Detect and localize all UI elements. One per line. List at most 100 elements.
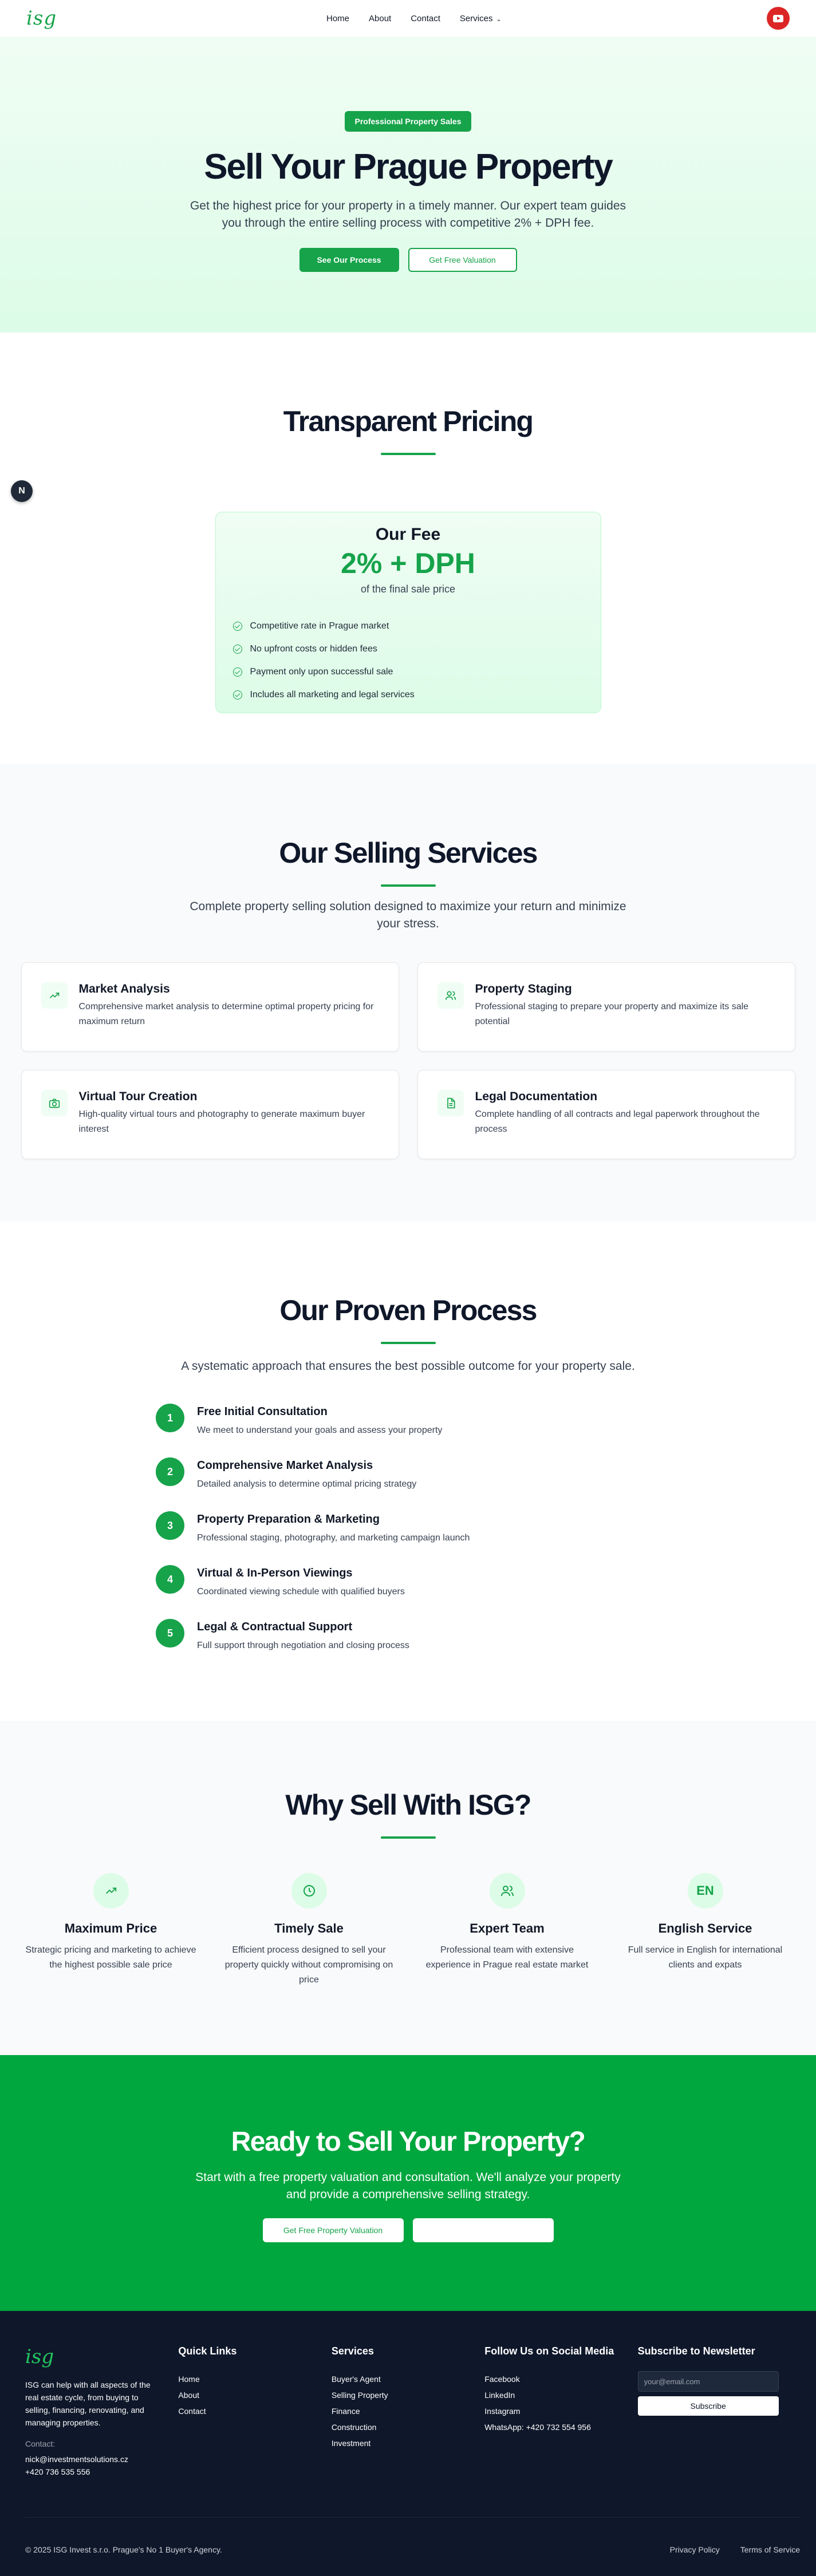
check-circle-icon <box>232 690 242 700</box>
step-desc: Full support through negotiation and clo… <box>197 1641 409 1650</box>
why-item-desc: Full service in English for internationa… <box>628 1945 783 1970</box>
hero-title: Sell Your Prague Property <box>204 147 613 187</box>
footer-bottom-bar: © 2025 ISG Invest s.r.o. Prague's No 1 B… <box>25 2517 800 2554</box>
newsletter-email-input[interactable]: your@email.com <box>637 2371 779 2392</box>
footer-quick-links: Quick Links Home About Contact <box>178 2345 331 2478</box>
footer-link-facebook[interactable]: Facebook <box>484 2371 637 2387</box>
service-title: Legal Documentation <box>475 1090 598 1103</box>
process-step: 4 Virtual & In-Person Viewings Coordinated… <box>156 1565 476 1619</box>
pricing-title: Transparent Pricing <box>283 405 534 437</box>
services-section: Our Selling Services Complete property s… <box>0 764 816 1222</box>
nav-link-home[interactable]: Home <box>326 14 349 23</box>
nav-link-contact[interactable]: Contact <box>411 14 440 23</box>
service-card-virtual-tour: Virtual Tour Creation High-quality virtua… <box>21 1070 399 1159</box>
fee-label: Our Fee <box>375 525 441 544</box>
footer-link-home[interactable]: Home <box>178 2371 331 2387</box>
fee-item-text: Competitive rate in Prague market <box>250 621 389 631</box>
trending-up-icon <box>41 982 68 1009</box>
fee-note: of the final sale price <box>360 583 456 595</box>
footer-link-instagram[interactable]: Instagram <box>484 2403 637 2419</box>
fee-item-text: Payment only upon successful sale <box>250 667 393 677</box>
pricing-section: N Transparent Pricing Our Fee 2% + DPH o… <box>0 333 816 764</box>
hero-badge: Professional Property Sales <box>344 111 472 132</box>
step-number: 3 <box>156 1511 184 1540</box>
services-title: Our Selling Services <box>279 837 538 869</box>
free-property-valuation-button[interactable]: Get Free Property Valuation <box>262 2218 404 2242</box>
free-valuation-button[interactable]: Get Free Valuation <box>408 248 517 272</box>
step-desc: Coordinated viewing schedule with qualif… <box>197 1587 405 1597</box>
why-item-desc: Professional team with extensive experie… <box>425 1945 589 1970</box>
users-icon <box>489 1873 525 1909</box>
footer-link-construction[interactable]: Construction <box>332 2419 484 2435</box>
footer-heading: Subscribe to Newsletter <box>637 2345 755 2357</box>
nav-link-services[interactable]: Services ⌄ <box>460 14 502 23</box>
list-item: Competitive rate in Prague market <box>231 615 586 638</box>
process-section: Our Proven Process A systematic approach… <box>0 1222 816 1721</box>
service-card-property-staging: Property Staging Professional staging to … <box>417 962 795 1052</box>
nav-links: Home About Contact Services ⌄ <box>326 14 502 23</box>
footer-contact-label: Contact: <box>25 2439 56 2448</box>
camera-icon <box>41 1090 68 1116</box>
users-icon <box>437 982 464 1009</box>
youtube-icon[interactable] <box>767 7 790 30</box>
why-item-title: Expert Team <box>470 1921 545 1935</box>
step-title: Legal & Contractual Support <box>197 1621 353 1633</box>
service-desc: Professional staging to prepare your pro… <box>475 1002 749 1026</box>
title-underline <box>380 884 436 887</box>
list-item: Payment only upon successful sale <box>231 661 586 683</box>
process-step: 1 Free Initial Consultation We meet to und… <box>156 1404 476 1457</box>
footer-link-buyers-agent[interactable]: Buyer's Agent <box>332 2371 484 2387</box>
process-steps: 1 Free Initial Consultation We meet to und… <box>156 1404 476 1673</box>
step-title: Property Preparation & Marketing <box>197 1513 380 1526</box>
footer-link-about[interactable]: About <box>178 2387 331 2403</box>
service-desc: High-quality virtual tours and photograp… <box>78 1109 365 1134</box>
footer-link-whatsapp[interactable]: WhatsApp: +420 732 554 956 <box>484 2419 637 2435</box>
floating-n-button[interactable]: N <box>11 480 33 502</box>
site-footer: isg ISG can help with all aspects of the… <box>0 2311 816 2576</box>
process-title: Our Proven Process <box>279 1294 537 1326</box>
document-icon <box>437 1090 464 1116</box>
privacy-policy-link[interactable]: Privacy Policy <box>670 2545 720 2554</box>
footer-link-investment[interactable]: Investment <box>332 2435 484 2451</box>
chevron-down-icon: ⌄ <box>496 15 502 23</box>
nav-link-about[interactable]: About <box>369 14 391 23</box>
title-underline <box>380 1342 436 1344</box>
why-item-maximum-price: Maximum Price Strategic pricing and mark… <box>22 1873 200 1988</box>
site-logo[interactable]: isg <box>26 7 57 30</box>
footer-email-link[interactable]: nick@investmentsolutions.cz <box>25 2453 178 2466</box>
fee-list: Competitive rate in Prague market No upf… <box>231 615 586 706</box>
service-title: Market Analysis <box>78 982 170 995</box>
clock-icon <box>291 1873 327 1909</box>
fee-value: 2% + DPH <box>341 547 475 579</box>
service-card-legal-docs: Legal Documentation Complete handling of … <box>417 1070 795 1159</box>
footer-link-finance[interactable]: Finance <box>332 2403 484 2419</box>
process-step: 2 Comprehensive Market Analysis Detailed a… <box>156 1457 476 1511</box>
footer-logo[interactable]: isg <box>25 2345 178 2368</box>
step-desc: We meet to understand your goals and ass… <box>197 1425 443 1435</box>
terms-of-service-link[interactable]: Terms of Service <box>740 2545 800 2554</box>
title-underline <box>380 453 436 455</box>
footer-link-contact[interactable]: Contact <box>178 2403 331 2419</box>
footer-phone-link[interactable]: +420 736 535 556 <box>25 2466 178 2478</box>
footer-heading: Follow Us on Social Media <box>484 2345 614 2357</box>
service-desc: Complete handling of all contracts and l… <box>475 1109 760 1134</box>
footer-link-selling-property[interactable]: Selling Property <box>332 2387 484 2403</box>
see-process-button[interactable]: See Our Process <box>299 248 399 272</box>
footer-about-column: isg ISG can help with all aspects of the… <box>25 2345 178 2478</box>
cta-subtitle: Start with a free property valuation and… <box>195 2171 621 2201</box>
hero-section: Professional Property Sales Sell Your Pr… <box>0 37 816 333</box>
service-desc: Comprehensive market analysis to determi… <box>78 1002 374 1026</box>
top-navbar: isg Home About Contact Services ⌄ <box>0 0 816 37</box>
step-number: 5 <box>156 1619 184 1647</box>
cta-title: Ready to Sell Your Property? <box>231 2127 586 2157</box>
subscribe-button[interactable]: Subscribe <box>637 2396 779 2416</box>
cta-secondary-button[interactable] <box>412 2218 554 2242</box>
why-section: Why Sell With ISG? Maximum Price Strateg… <box>0 1721 816 2055</box>
step-number: 2 <box>156 1457 184 1486</box>
hero-subtitle: Get the highest price for your property … <box>190 199 626 230</box>
why-item-title: Maximum Price <box>64 1921 157 1935</box>
check-circle-icon <box>232 645 242 654</box>
cta-section: Ready to Sell Your Property? Start with … <box>0 2055 816 2311</box>
footer-about-text: ISG can help with all aspects of the rea… <box>25 2380 151 2427</box>
footer-link-linkedin[interactable]: LinkedIn <box>484 2387 637 2403</box>
